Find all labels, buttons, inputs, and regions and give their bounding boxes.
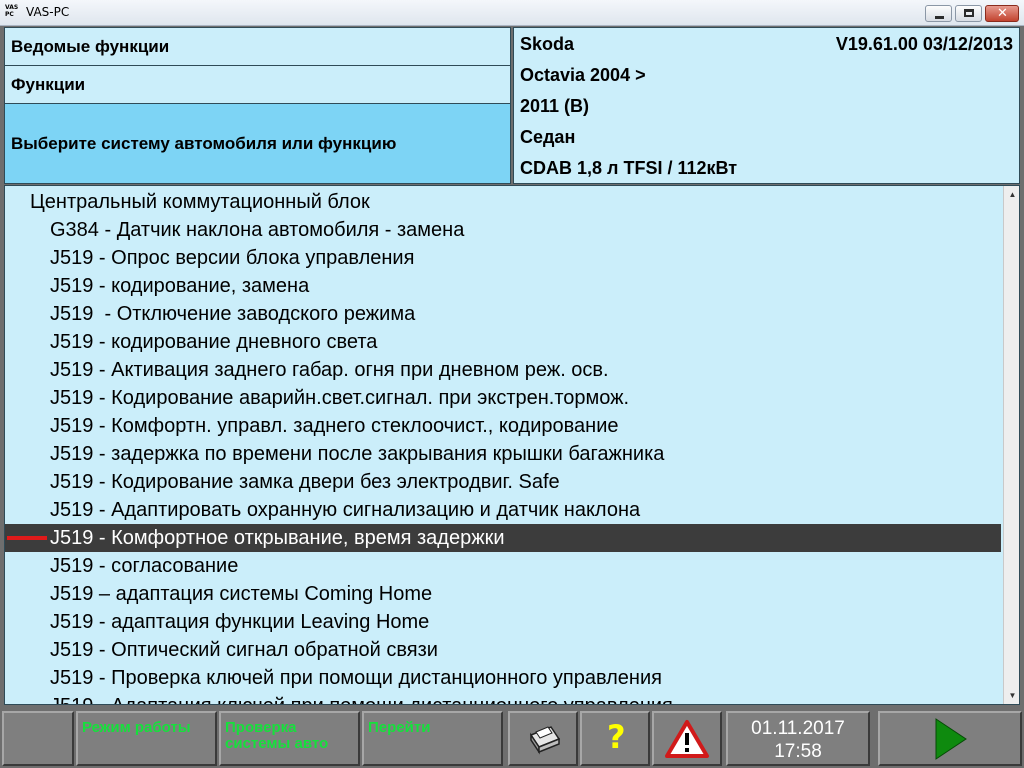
list-item[interactable]: J519 - кодирование дневного света bbox=[5, 328, 1001, 356]
bottom-toolbar: Режим работы Проверка системы авто Перей… bbox=[0, 706, 1024, 768]
print-button[interactable] bbox=[508, 711, 578, 766]
list-item[interactable]: J519 - Кодирование аварийн.свет.сигнал. … bbox=[5, 384, 1001, 412]
vehicle-engine: CDAB 1,8 л TFSI / 112кВт bbox=[520, 158, 738, 178]
list-item[interactable]: J519 - Опрос версии блока управления bbox=[5, 244, 1001, 272]
minimize-icon bbox=[935, 16, 944, 19]
list-item[interactable]: J519 - согласование bbox=[5, 552, 1001, 580]
vehicle-system-check-label: Проверка системы авто bbox=[225, 719, 329, 752]
list-root-item[interactable]: Центральный коммутационный блок bbox=[5, 188, 1001, 216]
list-item[interactable]: J519 - Кодирование замка двери без элект… bbox=[5, 468, 1001, 496]
list-item-selected[interactable]: J519 - Комфортное открывание, время заде… bbox=[5, 524, 1001, 552]
list-item[interactable]: J519 - Отключение заводского режима bbox=[5, 300, 1001, 328]
datetime-display: 01.11.2017 17:58 bbox=[726, 711, 870, 766]
next-button[interactable] bbox=[878, 711, 1022, 766]
scroll-down-icon[interactable]: ▼ bbox=[1004, 687, 1019, 704]
list-item[interactable]: J519 - Активация заднего габар. огня при… bbox=[5, 356, 1001, 384]
window-title: VAS-PC bbox=[26, 5, 70, 19]
printer-icon bbox=[529, 726, 561, 755]
vehicle-year: 2011 (B) bbox=[520, 96, 590, 116]
list-item[interactable]: J519 - Адаптация ключей при помощи диста… bbox=[5, 692, 1001, 704]
function-list-items: Центральный коммутационный блок G384 - Д… bbox=[5, 188, 1001, 704]
header-instruction: Выберите систему автомобиля или функцию bbox=[4, 103, 511, 184]
vehicle-make: Skoda bbox=[520, 34, 575, 54]
warning-button[interactable] bbox=[652, 711, 722, 766]
vehicle-system-check-button[interactable]: Проверка системы авто bbox=[219, 711, 360, 766]
scroll-up-icon[interactable]: ▲ bbox=[1004, 186, 1019, 203]
maximize-button[interactable] bbox=[955, 5, 982, 22]
question-mark-icon: ? bbox=[607, 718, 626, 756]
vehicle-info-panel: Skoda V19.61.00 03/12/2013 Octavia 2004 … bbox=[513, 27, 1020, 184]
list-item[interactable]: J519 - задержка по времени после закрыва… bbox=[5, 440, 1001, 468]
minimize-button[interactable] bbox=[925, 5, 952, 22]
vehicle-body: Седан bbox=[520, 127, 576, 147]
list-item[interactable]: J519 – адаптация системы Coming Home bbox=[5, 580, 1001, 608]
list-item[interactable]: J519 - кодирование, замена bbox=[5, 272, 1001, 300]
help-button[interactable]: ? bbox=[580, 711, 650, 766]
software-version: V19.61.00 03/12/2013 bbox=[835, 34, 1013, 54]
list-item[interactable]: J519 - Комфортн. управл. заднего стеклоо… bbox=[5, 412, 1001, 440]
breadcrumb-panel: Ведомые функции Функции Выберите систему… bbox=[4, 27, 511, 184]
play-arrow-icon bbox=[935, 718, 967, 760]
toolbar-blank-button bbox=[2, 711, 74, 766]
list-item[interactable]: J519 - Адаптировать охранную сигнализаци… bbox=[5, 496, 1001, 524]
app-logo-icon: VAS PC bbox=[5, 4, 19, 18]
close-icon: ✕ bbox=[997, 6, 1008, 21]
vehicle-model: Octavia 2004 > bbox=[520, 65, 646, 85]
function-list: Центральный коммутационный блок G384 - Д… bbox=[4, 185, 1020, 705]
scrollbar[interactable]: ▲ ▼ bbox=[1003, 186, 1019, 704]
header-guided-functions: Ведомые функции bbox=[4, 27, 511, 66]
maximize-icon bbox=[964, 9, 974, 17]
goto-button[interactable]: Перейти bbox=[362, 711, 503, 766]
list-item[interactable]: J519 - адаптация функции Leaving Home bbox=[5, 608, 1001, 636]
close-button[interactable]: ✕ bbox=[985, 5, 1019, 22]
list-item[interactable]: J519 - Оптический сигнал обратной связи bbox=[5, 636, 1001, 664]
time-display: 17:58 bbox=[774, 741, 822, 762]
operating-mode-button[interactable]: Режим работы bbox=[76, 711, 217, 766]
date-display: 01.11.2017 bbox=[751, 718, 845, 739]
list-item[interactable]: J519 - Проверка ключей при помощи дистан… bbox=[5, 664, 1001, 692]
title-bar: VAS PC VAS-PC ✕ bbox=[0, 0, 1024, 26]
warning-triangle-icon bbox=[665, 720, 709, 758]
list-item[interactable]: G384 - Датчик наклона автомобиля - замен… bbox=[5, 216, 1001, 244]
header-functions: Функции bbox=[4, 65, 511, 104]
